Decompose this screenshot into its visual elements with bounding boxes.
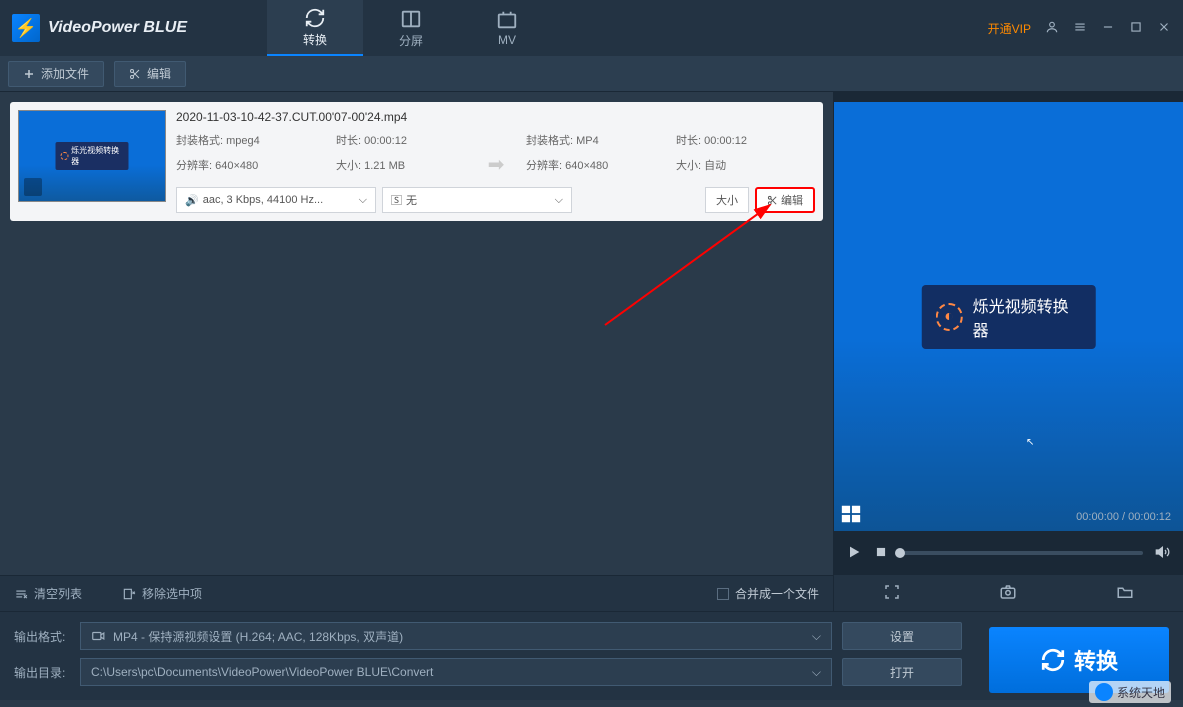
- audio-icon: 🔊: [185, 194, 199, 207]
- fullscreen-button[interactable]: [883, 583, 901, 604]
- remove-selected-button[interactable]: 移除选中项: [122, 585, 202, 602]
- toolbar: 添加文件 编辑: [0, 56, 1183, 92]
- file-edit-button[interactable]: 编辑: [755, 187, 815, 213]
- size-button[interactable]: 大小: [705, 187, 749, 213]
- chevron-down-icon: ⌵: [359, 194, 367, 207]
- seek-track[interactable]: [900, 551, 1143, 555]
- bottom-bar: 输出格式: MP4 - 保持源视频设置 (H.264; AAC, 128Kbps…: [0, 611, 1183, 700]
- watermark-icon: [1095, 683, 1113, 701]
- maximize-icon[interactable]: [1129, 20, 1143, 37]
- file-thumbnail[interactable]: 烁光视频转换器: [18, 110, 166, 202]
- video-icon: [91, 629, 105, 643]
- mv-icon: [496, 9, 518, 31]
- preview-overlay: ◐ 烁光视频转换器: [921, 285, 1096, 349]
- thumb-badge: 烁光视频转换器: [56, 142, 129, 170]
- overlay-logo-icon: ◐: [935, 303, 962, 331]
- merge-toggle[interactable]: 合并成一个文件: [717, 585, 819, 602]
- output-format-select[interactable]: MP4 - 保持源视频设置 (H.264; AAC, 128Kbps, 双声道)…: [80, 622, 832, 650]
- arrow-right-icon: ➡: [488, 152, 505, 177]
- cursor-icon: ↖: [1026, 437, 1034, 448]
- file-card[interactable]: 烁光视频转换器 2020-11-03-10-42-37.CUT.00'07-00…: [10, 102, 823, 221]
- app-logo-icon: ⚡: [12, 14, 40, 42]
- file-name: 2020-11-03-10-42-37.CUT.00'07-00'24.mp4: [176, 110, 815, 124]
- seek-knob[interactable]: [895, 548, 905, 558]
- edit-button[interactable]: 编辑: [114, 61, 186, 87]
- tab-convert[interactable]: 转换: [267, 0, 363, 56]
- subtitle-icon: 🅂: [391, 192, 402, 208]
- time-display: 00:00:00 / 00:00:12: [1076, 511, 1171, 523]
- play-bar: 00:00:00 / 00:00:12: [834, 531, 1183, 575]
- app-logo: ⚡ VideoPower BLUE: [12, 14, 187, 42]
- tab-split[interactable]: 分屏: [363, 0, 459, 56]
- file-panel: 烁光视频转换器 2020-11-03-10-42-37.CUT.00'07-00…: [0, 92, 833, 611]
- app-title: VideoPower BLUE: [48, 19, 187, 37]
- titlebar-right: 开通VIP: [988, 20, 1171, 37]
- clear-list-button[interactable]: 清空列表: [14, 585, 82, 602]
- minimize-icon[interactable]: [1101, 20, 1115, 37]
- output-dir-label: 输出目录:: [14, 664, 70, 681]
- output-format-label: 输出格式:: [14, 628, 70, 645]
- folder-button[interactable]: [1116, 583, 1134, 604]
- tab-mv[interactable]: MV: [459, 0, 555, 56]
- remove-icon: [122, 587, 136, 601]
- chevron-down-icon: ⌵: [812, 629, 821, 644]
- close-icon[interactable]: [1157, 20, 1171, 37]
- open-dir-button[interactable]: 打开: [842, 658, 962, 686]
- clear-icon: [14, 587, 28, 601]
- vip-link[interactable]: 开通VIP: [988, 20, 1031, 37]
- preview-video[interactable]: ◐ 烁光视频转换器 ↖: [834, 102, 1183, 531]
- windows-start-icon: [840, 503, 862, 525]
- titlebar: ⚡ VideoPower BLUE 转换 分屏 MV 开通VIP: [0, 0, 1183, 56]
- refresh-icon: [1040, 647, 1066, 673]
- stop-button[interactable]: [874, 545, 888, 562]
- main-tabs: 转换 分屏 MV: [267, 0, 555, 56]
- output-dir-select[interactable]: C:\Users\pc\Documents\VideoPower\VideoPo…: [80, 658, 832, 686]
- refresh-icon: [304, 7, 326, 29]
- split-icon: [400, 8, 422, 30]
- checkbox-icon[interactable]: [717, 588, 729, 600]
- preview-tools: [834, 575, 1183, 611]
- add-file-button[interactable]: 添加文件: [8, 61, 104, 87]
- audio-select[interactable]: 🔊aac, 3 Kbps, 44100 Hz... ⌵: [176, 187, 376, 213]
- watermark: 系统天地: [1089, 681, 1171, 703]
- user-icon[interactable]: [1045, 20, 1059, 37]
- scissors-icon: [767, 195, 778, 206]
- list-footer: 清空列表 移除选中项 合并成一个文件: [0, 575, 833, 611]
- snapshot-button[interactable]: [999, 583, 1017, 604]
- menu-icon[interactable]: [1073, 20, 1087, 37]
- play-button[interactable]: [846, 544, 862, 563]
- scissors-icon: [129, 68, 141, 80]
- preview-panel: ◐ 烁光视频转换器 ↖ 00:00:00 / 00:00:12: [833, 92, 1183, 611]
- subtitle-select[interactable]: 🅂无 ⌵: [382, 187, 572, 213]
- windows-start-icon: [24, 178, 42, 196]
- chevron-down-icon: ⌵: [555, 194, 563, 207]
- file-list: 烁光视频转换器 2020-11-03-10-42-37.CUT.00'07-00…: [0, 92, 833, 575]
- volume-button[interactable]: [1155, 544, 1171, 563]
- chevron-down-icon: ⌵: [812, 665, 821, 680]
- plus-icon: [23, 68, 35, 80]
- settings-button[interactable]: 设置: [842, 622, 962, 650]
